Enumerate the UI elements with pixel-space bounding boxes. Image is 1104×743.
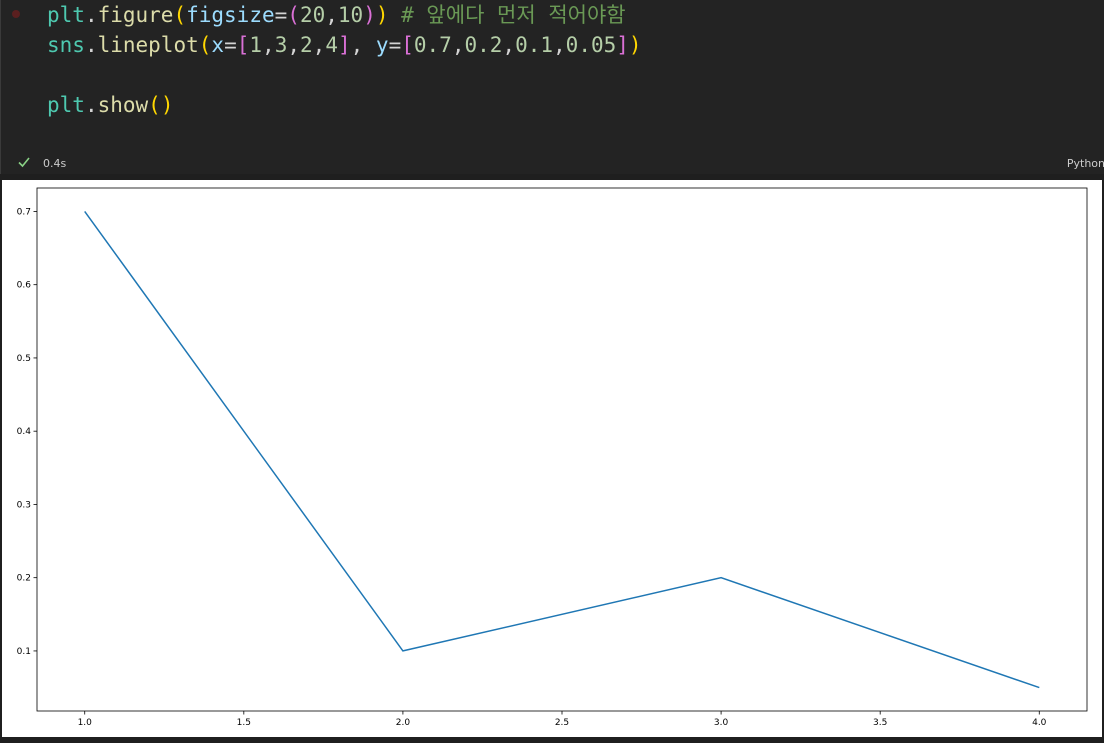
code-token: ) [628,33,642,57]
code-token: , [350,33,376,57]
code-token: sns [47,33,85,57]
code-token: [ [401,33,414,57]
code-line[interactable]: plt.figure(figsize=(20,10)) # 앞에다 먼저 적어야… [47,0,642,30]
code-token: , [502,33,516,57]
code-token: . [84,93,98,117]
code-token: show [97,93,149,117]
execution-time: 0.4s [43,157,67,170]
cell-status-bar: 0.4s Python [1,150,1104,174]
code-token: figure [97,3,174,27]
code-token: . [84,3,98,27]
code-token: = [388,33,402,57]
code-token: ( [287,3,300,27]
code-token: , [262,33,275,57]
code-token: 10 [337,3,364,27]
plot-frame [36,187,1088,712]
code-token: 0.2 [464,33,503,57]
x-tick-label: 2.5 [555,718,569,728]
cell-status-dot-icon[interactable] [12,10,20,18]
x-tick-label: 4.0 [1032,718,1047,728]
code-token: 20 [299,3,326,27]
code-token: ( [173,3,187,27]
code-token: 1 [249,33,263,57]
code-editor[interactable]: plt.figure(figsize=(20,10)) # 앞에다 먼저 적어야… [47,0,642,120]
code-token: , [451,33,465,57]
code-token: ] [616,33,629,57]
code-token: lineplot [97,33,199,57]
x-tick-label: 1.0 [78,718,93,728]
y-tick-label: 0.6 [17,281,32,291]
y-tick-label: 0.7 [17,207,31,217]
y-tick-label: 0.1 [17,647,31,657]
code-line[interactable]: plt.show() [47,90,642,120]
code-cell[interactable]: plt.figure(figsize=(20,10)) # 앞에다 먼저 적어야… [0,0,1104,174]
code-token: = [224,33,237,57]
code-token: 0.1 [515,33,554,57]
series-line [84,210,1040,689]
code-token: ( [148,93,161,117]
code-token: 0.05 [565,33,617,57]
code-token: ] [337,33,351,57]
code-token: figsize [186,3,275,27]
code-token: = [274,3,288,27]
code-token: ) [375,3,389,27]
code-token: ( [198,33,212,57]
x-tick-label: 3.5 [873,718,887,728]
code-token: , [325,3,338,27]
code-token: # 앞에다 먼저 적어야함 [388,3,626,27]
code-token: , [287,33,300,57]
x-tick-label: 2.0 [396,718,411,728]
code-token: , [312,33,326,57]
y-tick-label: 0.3 [17,500,31,510]
kernel-language[interactable]: Python [1067,157,1104,170]
code-line[interactable]: sns.lineplot(x=[1,3,2,4], y=[0.7,0.2,0.1… [47,30,642,60]
code-token: , [553,33,566,57]
code-token: 3 [274,33,288,57]
code-token: ) [160,93,174,117]
code-line[interactable] [47,60,642,90]
check-icon [18,157,30,168]
line-chart: 1.0 1.5 2.0 2.5 3.0 3.5 4.0 0.1 0.2 0.3 0.4 0.5 0.6 0… [17,187,1088,728]
code-token: x [211,33,225,57]
code-token: [ [236,33,250,57]
code-token: plt [47,3,85,27]
cell-output: 1.0 1.5 2.0 2.5 3.0 3.5 4.0 0.1 0.2 0.3 0.4 0.5 0.6 0… [2,180,1102,737]
code-token: 2 [300,33,313,57]
code-token: 0.7 [413,33,452,57]
code-token: plt [47,93,85,117]
x-tick-label: 1.5 [237,718,251,728]
x-tick-label: 3.0 [714,718,729,728]
code-token: ) [363,3,376,27]
y-tick-label: 0.5 [17,354,31,364]
code-token: 4 [325,33,338,57]
code-token: . [84,33,98,57]
code-token: y [375,33,389,57]
y-tick-label: 0.4 [17,427,32,437]
y-tick-label: 0.2 [17,574,31,584]
